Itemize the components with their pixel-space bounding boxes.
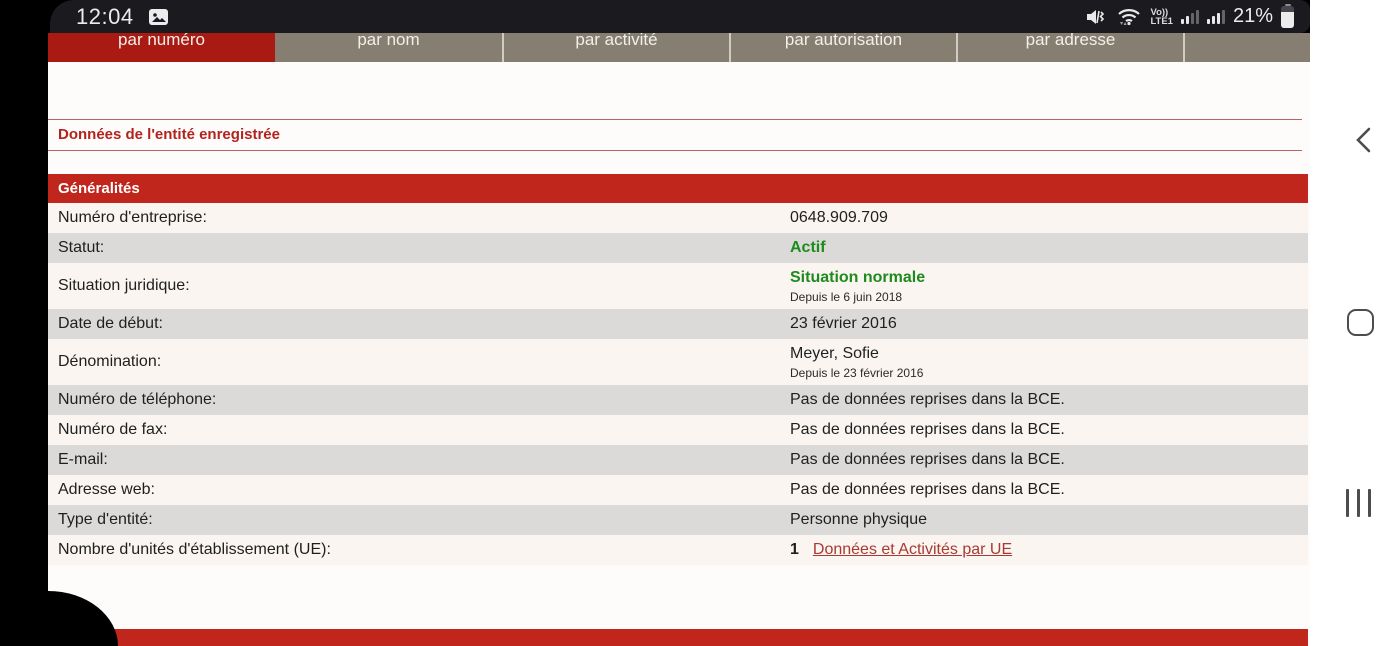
browser-content: par numéro par nom par activité par auto… — [48, 0, 1310, 646]
row-value: Personne physique — [790, 510, 927, 530]
table-row: Numéro de fax: Pas de données reprises d… — [48, 415, 1308, 445]
row-value: Pas de données reprises dans la BCE. — [790, 450, 1065, 470]
clock: 12:04 — [76, 4, 134, 30]
row-subtext: Depuis le 23 février 2016 — [790, 366, 1298, 380]
row-subtext: Depuis le 6 juin 2018 — [790, 290, 1298, 304]
wifi-icon — [1116, 6, 1142, 28]
status-bar: 12:04 — [0, 0, 1310, 33]
row-value: Actif — [790, 238, 826, 258]
screenshot-image-icon — [148, 7, 170, 27]
row-value: Pas de données reprises dans la BCE. — [790, 420, 1065, 440]
divider-line — [48, 119, 1302, 120]
row-link[interactable]: Données et Activités par UE — [813, 540, 1012, 560]
row-label: Nombre d'unités d'établissement (UE): — [58, 540, 331, 560]
tab-label: par numéro — [118, 30, 205, 50]
screen-bezel-left — [0, 0, 48, 646]
signal-bars-sim1 — [1181, 9, 1199, 24]
row-value: Pas de données reprises dans la BCE. — [790, 390, 1065, 410]
row-label: Type d'entité: — [58, 510, 153, 530]
tab-label: par adresse — [1026, 30, 1116, 50]
tab-label: par activité — [575, 30, 657, 50]
row-value: 0648.909.709 — [790, 208, 888, 228]
table-row: Date de début: 23 février 2016 — [48, 309, 1308, 339]
back-icon[interactable] — [1350, 126, 1378, 154]
row-label: Numéro d'entreprise: — [58, 208, 207, 228]
page-title: Données de l'entité enregistrée — [58, 126, 280, 143]
row-value: 23 février 2016 — [790, 314, 897, 334]
mute-vibrate-icon — [1085, 7, 1108, 27]
row-value: Situation normale — [790, 268, 925, 288]
row-label: Numéro de fax: — [58, 420, 167, 440]
row-value: Meyer, Sofie — [790, 344, 879, 364]
table-row: Adresse web: Pas de données reprises dan… — [48, 475, 1308, 505]
battery-icon — [1281, 6, 1294, 28]
status-icons: Vo)) LTE1 21% — [1085, 5, 1294, 28]
row-label: E-mail: — [58, 450, 108, 470]
signal-bars-sim2 — [1207, 9, 1225, 24]
phone-screen: par numéro par nom par activité par auto… — [0, 0, 1400, 646]
row-label: Date de début: — [58, 314, 163, 334]
row-label: Numéro de téléphone: — [58, 390, 216, 410]
home-icon[interactable] — [1347, 309, 1374, 336]
generalites-rows: Numéro d'entreprise: 0648.909.709 Statut… — [48, 203, 1308, 565]
volte-badge: Vo)) LTE1 — [1150, 8, 1173, 26]
table-row: E-mail: Pas de données reprises dans la … — [48, 445, 1308, 475]
notification-area — [148, 7, 170, 27]
battery-percent: 21% — [1233, 5, 1273, 28]
tab-label: par autorisation — [785, 30, 902, 50]
table-row: Numéro d'entreprise: 0648.909.709 — [48, 203, 1308, 233]
table-row: Type d'entité: Personne physique — [48, 505, 1308, 535]
recents-icon[interactable] — [1346, 489, 1371, 517]
row-value: 1 — [790, 540, 799, 560]
tab-label: par nom — [357, 30, 419, 50]
table-row: Dénomination: Meyer, Sofie Depuis le 23 … — [48, 339, 1308, 385]
row-label: Situation juridique: — [58, 276, 190, 296]
row-label: Statut: — [58, 238, 104, 258]
row-value: Pas de données reprises dans la BCE. — [790, 480, 1065, 500]
divider-line — [48, 150, 1302, 151]
next-section-header-bar — [48, 629, 1308, 646]
android-navigation-bar — [1310, 0, 1400, 646]
table-row: Situation juridique: Situation normale D… — [48, 263, 1308, 309]
row-label: Adresse web: — [58, 480, 155, 500]
table-row: Nombre d'unités d'établissement (UE): 1 … — [48, 535, 1308, 565]
row-label: Dénomination: — [58, 352, 161, 372]
table-row: Numéro de téléphone: Pas de données repr… — [48, 385, 1308, 415]
table-header-generalites: Généralités — [48, 174, 1308, 203]
table-row: Statut: Actif — [48, 233, 1308, 263]
status-bar-pill: 12:04 — [50, 0, 1310, 33]
